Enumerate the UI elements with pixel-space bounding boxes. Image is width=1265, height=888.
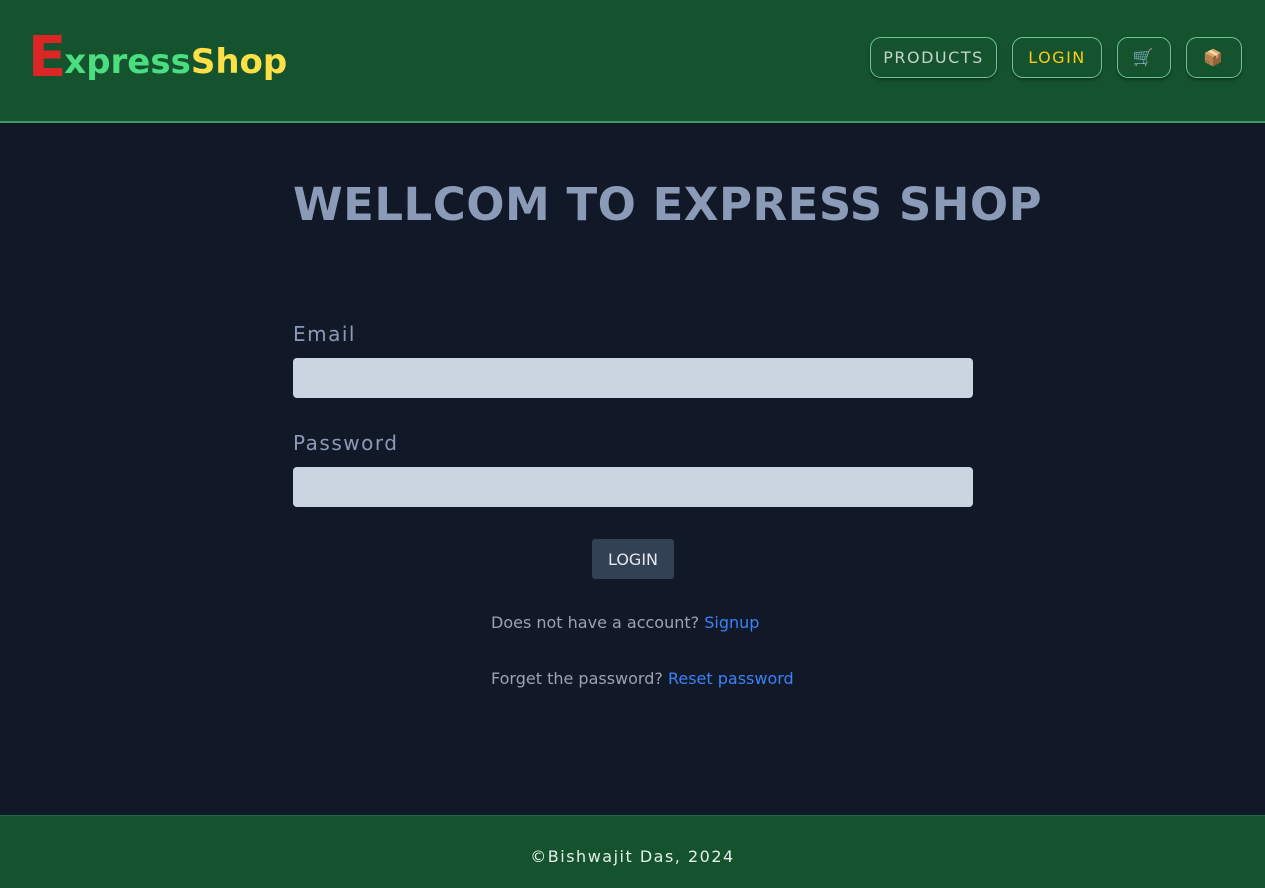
signup-prompt: Does not have a account? Signup (491, 613, 759, 632)
reset-prompt: Forget the password? Reset password (491, 669, 794, 688)
password-label: Password (293, 431, 399, 455)
reset-prompt-text: Forget the password? (491, 669, 663, 688)
login-submit-button[interactable]: LOGIN (592, 539, 674, 579)
email-field[interactable] (293, 358, 973, 398)
package-icon: 📦 (1203, 48, 1225, 67)
cart-button[interactable]: 🛒 (1117, 37, 1171, 78)
products-nav-button[interactable]: PRODUCTS (870, 37, 997, 78)
login-nav-button[interactable]: LOGIN (1012, 37, 1102, 78)
cart-icon: 🛒 (1132, 47, 1156, 68)
reset-password-link[interactable]: Reset password (668, 669, 794, 688)
page-title: WELLCOM TO EXPRESS SHOP (293, 178, 1043, 231)
email-label: Email (293, 322, 356, 346)
signup-prompt-text: Does not have a account? (491, 613, 700, 632)
signup-link[interactable]: Signup (704, 613, 759, 632)
password-field[interactable] (293, 467, 973, 507)
page-footer: ©Bishwajit Das, 2024 (0, 815, 1265, 888)
logo-word-express: xpress (64, 42, 191, 82)
brand-logo[interactable]: E xpress Shop (28, 30, 287, 86)
top-header: E xpress Shop PRODUCTS LOGIN 🛒 📦 (0, 0, 1265, 123)
logo-word-shop: Shop (190, 42, 288, 82)
orders-button[interactable]: 📦 (1186, 37, 1242, 78)
logo-letter-e: E (28, 25, 66, 90)
copyright-text: ©Bishwajit Das, 2024 (530, 847, 735, 866)
